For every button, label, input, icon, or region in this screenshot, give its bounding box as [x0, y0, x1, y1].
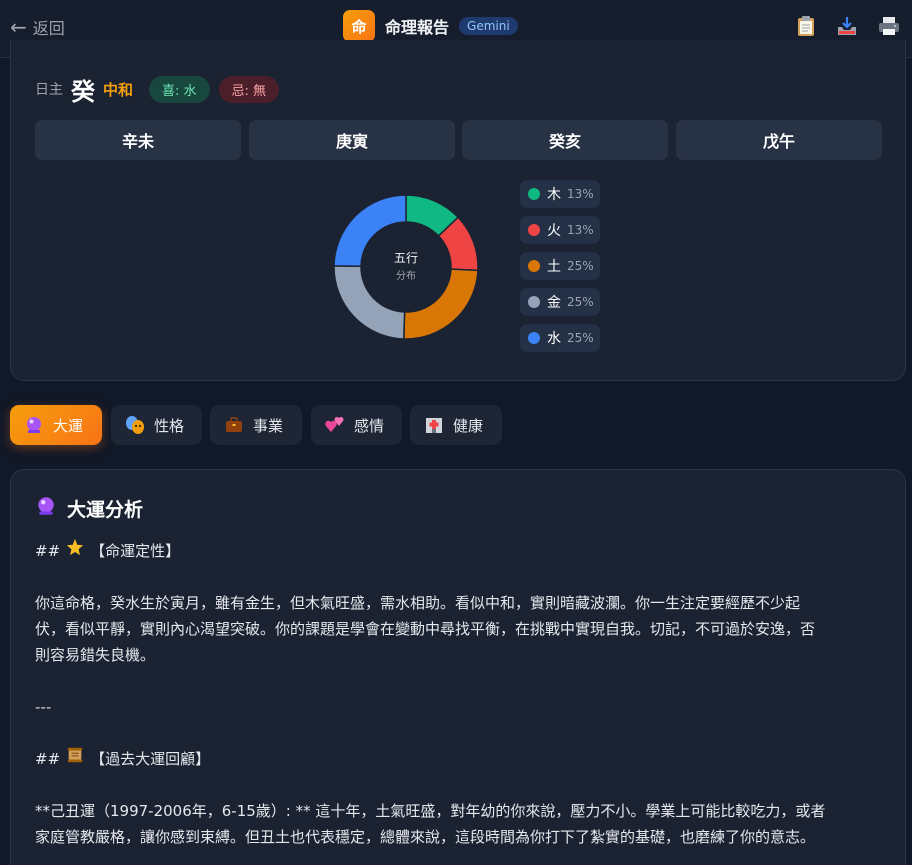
- chart-center-subtitle: 分布: [396, 270, 416, 282]
- tab-career[interactable]: 事業: [210, 405, 302, 445]
- day-master-label: 日主: [35, 82, 63, 98]
- tab-label: 性格: [154, 416, 185, 435]
- two-hearts-icon: [325, 415, 345, 435]
- legend-dot: [528, 188, 540, 200]
- legend-label: 金: [547, 295, 561, 311]
- glowing-star-icon: [66, 538, 84, 564]
- section-title-text: 大運分析: [67, 498, 144, 521]
- arrow-left-icon: ←: [10, 15, 27, 39]
- printer-icon[interactable]: [877, 14, 901, 38]
- back-button[interactable]: ← 返回: [10, 14, 65, 40]
- tab-label: 大運: [53, 416, 84, 435]
- pillar-day: 癸亥: [462, 120, 668, 160]
- legend-label: 火: [547, 223, 561, 239]
- page-title: 命理報告: [385, 18, 450, 37]
- legend-dot: [528, 260, 540, 272]
- paragraph-past-luck: **己丑運（1997-2006年，6-15歲）: ** 這十年，土氣旺盛，對年幼…: [35, 802, 826, 846]
- day-master-row: 日主 癸 中和 喜: 水 忌: 無: [35, 72, 288, 106]
- legend-item-土: 土 25%: [520, 252, 600, 280]
- favorable-badge: 喜: 水: [149, 75, 210, 103]
- model-badge: Gemini: [459, 17, 518, 35]
- pillar-hour: 戊午: [676, 120, 882, 160]
- legend-item-木: 木 13%: [520, 180, 600, 208]
- brand: 命 命理報告 Gemini: [343, 10, 518, 42]
- hospital-icon: [424, 415, 444, 435]
- legend-percent: 25%: [567, 331, 594, 345]
- pillar-year: 辛未: [35, 120, 241, 160]
- legend-item-火: 火 13%: [520, 216, 600, 244]
- legend-percent: 25%: [567, 259, 594, 273]
- four-pillars: 辛未 庚寅 癸亥 戊午: [35, 120, 882, 160]
- five-elements-donut-chart: 五行 分布: [333, 194, 479, 340]
- legend-percent: 13%: [567, 187, 594, 201]
- content-heading-past-luck: ## 【過去大運回顧】: [35, 746, 875, 772]
- tab-health[interactable]: 健康: [410, 405, 502, 445]
- legend-label: 木: [547, 187, 561, 203]
- divider-text: ---: [35, 698, 52, 716]
- tab-luck-cycles[interactable]: 大運: [10, 405, 102, 445]
- briefcase-icon: [224, 415, 244, 435]
- legend-percent: 13%: [567, 223, 594, 237]
- donut-slice-金: [333, 265, 406, 340]
- crystal-ball-icon: [35, 495, 57, 522]
- performing-arts-icon: [125, 415, 145, 435]
- pillar-month: 庚寅: [249, 120, 455, 160]
- inbox-tray-icon[interactable]: [835, 14, 859, 38]
- tab-personality[interactable]: 性格: [111, 405, 202, 445]
- legend-label: 土: [547, 259, 561, 275]
- tab-label: 健康: [453, 416, 484, 435]
- section-title: 大運分析: [35, 494, 143, 522]
- legend-item-金: 金 25%: [520, 288, 600, 316]
- unfavorable-badge: 忌: 無: [218, 75, 280, 103]
- tab-label: 感情: [354, 416, 385, 435]
- tab-label: 事業: [253, 416, 284, 435]
- chart-center-title: 五行: [394, 251, 418, 265]
- legend-dot: [528, 296, 540, 308]
- app-logo: 命: [343, 10, 375, 42]
- paragraph-fate: 你這命格，癸水生於寅月，雖有金生，但木氣旺盛，需水相助。看似中和，實則暗藏波瀾。…: [35, 594, 816, 664]
- legend-label: 水: [547, 331, 561, 347]
- content-heading-fate: ## 【命運定性】: [35, 538, 875, 564]
- back-label: 返回: [32, 19, 65, 38]
- tab-relationships[interactable]: 感情: [311, 405, 402, 445]
- crystal-ball-icon: [24, 415, 44, 435]
- legend-dot: [528, 224, 540, 236]
- clipboard-icon[interactable]: [794, 14, 818, 38]
- legend-dot: [528, 332, 540, 344]
- day-master-char: 癸: [71, 76, 95, 106]
- legend-percent: 25%: [567, 295, 594, 309]
- legend-item-水: 水 25%: [520, 324, 600, 352]
- strength-label: 中和: [103, 80, 134, 99]
- scroll-icon: [66, 746, 84, 772]
